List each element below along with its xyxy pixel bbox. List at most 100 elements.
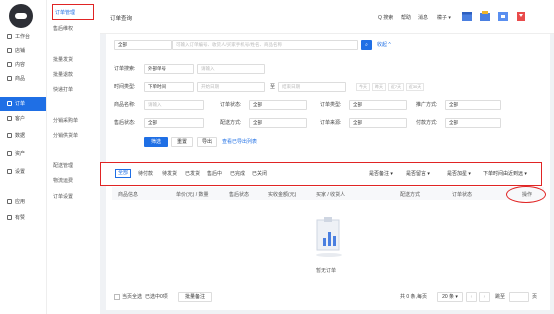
store-icon (7, 48, 12, 53)
keyword-search-button[interactable]: ⌕ (361, 40, 372, 50)
order-source-label: 订单来源: (320, 120, 342, 126)
highlight-box-subnav (52, 4, 94, 20)
empty-clipboard-icon (316, 217, 342, 257)
order-search-input[interactable]: 请输入 (197, 64, 265, 74)
subnav-order-settings[interactable]: 订单设置 (53, 193, 73, 200)
filter-button[interactable]: 筛选 (144, 137, 168, 147)
col-product: 商品信息 (118, 192, 139, 198)
message-filter-dropdown[interactable]: 是否留言 ▾ (406, 170, 430, 177)
delivery-method-select[interactable]: 全部 (249, 118, 307, 128)
order-status-label: 订单状态: (220, 102, 242, 108)
tab-after-sale[interactable]: 售后中 (207, 170, 222, 177)
start-date-input[interactable]: 开始日期 (197, 82, 265, 92)
refund-status-select[interactable]: 全部 (144, 118, 204, 128)
remark-filter-dropdown[interactable]: 是否备注 ▾ (369, 170, 393, 177)
prev-page-button[interactable]: ‹ (466, 292, 477, 302)
subnav-freight[interactable]: 物流运费 (53, 177, 73, 184)
order-type-select[interactable]: 全部 (349, 100, 407, 110)
status-tabs-bar: 全部 待付款 待发货 已发货 售后中 已完成 已关闭 是否备注 ▾ 是否留言 ▾… (100, 162, 542, 186)
sidebar-item-assets[interactable]: 资产 (0, 148, 46, 160)
product-name-input[interactable]: 请输入 (144, 100, 204, 110)
top-bar: 订单查询 Q 搜索 帮助 消息 檬子 ▾ (100, 0, 554, 34)
tab-all[interactable]: 全部 (115, 169, 132, 178)
sidebar-item-order[interactable]: 订单 (0, 97, 46, 111)
keyword-search-input[interactable]: 可输入订单编号、收货人/买家手机号/姓名、商品名称 (172, 40, 358, 50)
customer-icon (7, 116, 12, 121)
sidebar-item-settings[interactable]: 设置 (0, 166, 46, 178)
order-status-select[interactable]: 全部 (249, 100, 307, 110)
sidebar-item-goods[interactable]: 商品 (0, 73, 46, 85)
order-icon (7, 101, 12, 106)
subnav-dist-supply[interactable]: 分销供货单 (53, 132, 78, 139)
export-list-link[interactable]: 查看已导出列表 (222, 137, 257, 147)
col-buyer: 买家 / 收货人 (316, 192, 346, 198)
promo-label: 推广方式: (416, 102, 438, 108)
total-count: 共 0 条,每页 (400, 294, 427, 300)
sidebar-item-apps[interactable]: 应用 (0, 196, 46, 208)
goto-label: 跳至 (495, 294, 506, 300)
collapse-link[interactable]: 收起 ^ (377, 40, 391, 50)
sidebar-item-store[interactable]: 店铺 (0, 45, 46, 57)
tool-app-icon[interactable] (497, 10, 509, 22)
page-title: 订单查询 (110, 16, 133, 22)
end-date-input[interactable]: 结束日期 (278, 82, 346, 92)
tab-completed[interactable]: 已完成 (230, 170, 245, 177)
search-icon: ⌕ (365, 42, 368, 48)
date-range-separator: 至 (270, 84, 276, 90)
time-type-select[interactable]: 下单时间 (144, 82, 194, 92)
chevron-right-icon: › (483, 294, 486, 300)
col-delivery: 配送方式 (400, 192, 421, 198)
calendar-app-icon[interactable] (461, 10, 473, 22)
sidebar-item-content[interactable]: 内容 (0, 59, 46, 71)
subnav-after-sale[interactable]: 售后维权 (53, 25, 73, 32)
batch-note-button[interactable]: 批量备注 (178, 292, 212, 302)
quick-date-7days[interactable]: 近7天 (388, 83, 404, 91)
next-page-button[interactable]: › (479, 292, 490, 302)
sidebar-item-youzan[interactable]: 有赞 (0, 212, 46, 224)
select-page-checkbox[interactable] (114, 294, 120, 300)
goto-page-input[interactable] (509, 292, 529, 302)
tab-closed[interactable]: 已关闭 (252, 170, 267, 177)
time-type-label: 时间类型: (114, 84, 136, 90)
user-menu[interactable]: 檬子 ▾ (437, 14, 451, 21)
tab-unpaid[interactable]: 待付款 (138, 170, 153, 177)
subnav-batch-ship[interactable]: 批量发货 (53, 56, 73, 63)
sort-dropdown[interactable]: 下单时间由近到远 ▾ (483, 170, 527, 177)
reset-button[interactable]: 重置 (171, 137, 193, 147)
export-button[interactable]: 导出 (197, 137, 217, 147)
col-refund-status: 售后状态 (229, 192, 250, 198)
chevron-left-icon: ‹ (470, 294, 473, 300)
store-select[interactable]: 全部 (114, 40, 172, 50)
order-source-select[interactable]: 全部 (349, 118, 407, 128)
quick-date-30days[interactable]: 近30天 (406, 83, 424, 91)
sidebar-item-workbench[interactable]: 工作台 (0, 31, 46, 43)
tab-to-ship[interactable]: 待发货 (162, 170, 177, 177)
col-price-qty: 单价(元) / 数量 (176, 192, 209, 198)
sidebar-item-customer[interactable]: 客户 (0, 113, 46, 125)
quick-date-today[interactable]: 今天 (356, 83, 370, 91)
subnav-dist-purchase[interactable]: 分销采购单 (53, 117, 78, 124)
help-link[interactable]: 帮助 (401, 14, 411, 21)
col-amount: 实收金额(元) (268, 192, 297, 198)
per-page-select[interactable]: 20 条 ▾ (437, 292, 463, 302)
sidebar-item-data[interactable]: 数据 (0, 130, 46, 142)
data-icon (7, 133, 12, 138)
subnav-delivery[interactable]: 配送管理 (53, 162, 73, 169)
flag-app-icon[interactable] (515, 10, 527, 22)
pay-method-select[interactable]: 全部 (445, 118, 501, 128)
subnav-express-print[interactable]: 快递打单 (53, 86, 73, 93)
subnav-batch-refund[interactable]: 批量退款 (53, 71, 73, 78)
youzan-icon (7, 215, 12, 220)
search-button[interactable]: Q 搜索 (378, 14, 393, 21)
order-search-type-select[interactable]: 外部单号 (144, 64, 194, 74)
gear-icon (7, 169, 12, 174)
quick-date-yesterday[interactable]: 昨天 (372, 83, 386, 91)
shop-avatar[interactable] (9, 4, 33, 28)
promo-select[interactable]: 全部 (445, 100, 501, 110)
wallet-icon (7, 151, 12, 156)
message-link[interactable]: 消息 (418, 14, 428, 21)
star-filter-dropdown[interactable]: 是否加星 ▾ (447, 170, 471, 177)
order-type-label: 订单类型: (320, 102, 342, 108)
tab-shipped[interactable]: 已发货 (185, 170, 200, 177)
shop-app-icon[interactable] (479, 10, 491, 22)
